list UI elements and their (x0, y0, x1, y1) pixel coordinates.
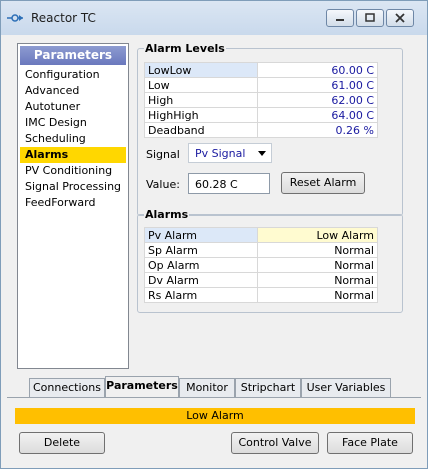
parameters-nav: Parameters Configuration Advanced Autotu… (17, 43, 129, 369)
table-row[interactable]: Sp Alarm Normal (144, 242, 378, 258)
tab-connections[interactable]: Connections (29, 378, 105, 397)
nav-header: Parameters (20, 46, 126, 65)
table-row[interactable]: Rs Alarm Normal (144, 287, 378, 303)
level-value[interactable]: 60.00 C (257, 62, 378, 78)
maximize-button[interactable] (356, 9, 384, 27)
level-value[interactable]: 61.00 C (257, 77, 378, 93)
level-label: High (144, 92, 258, 108)
alarm-label: Dv Alarm (144, 272, 258, 288)
level-label: Low (144, 77, 258, 93)
minimize-button[interactable] (326, 9, 354, 27)
client-area: Parameters Configuration Advanced Autotu… (7, 35, 421, 462)
reset-alarm-button[interactable]: Reset Alarm (281, 172, 365, 194)
maximize-icon (365, 13, 375, 22)
alarm-levels-table: LowLow 60.00 C Low 61.00 C High 62.00 C … (144, 62, 378, 138)
tab-divider (7, 397, 421, 398)
tab-user-variables[interactable]: User Variables (301, 378, 391, 397)
alarm-status: Normal (257, 272, 378, 288)
alarm-levels-title: Alarm Levels (144, 42, 226, 55)
alarm-label: Pv Alarm (144, 227, 258, 243)
face-plate-button[interactable]: Face Plate (327, 432, 413, 454)
alarm-status: Normal (257, 257, 378, 273)
alarms-group: Alarms Pv Alarm Low Alarm Sp Alarm Norma… (137, 208, 403, 313)
tab-parameters[interactable]: Parameters (105, 376, 179, 398)
table-row[interactable]: Op Alarm Normal (144, 257, 378, 273)
level-value[interactable]: 0.26 % (257, 122, 378, 138)
table-row[interactable]: High 62.00 C (144, 92, 378, 108)
table-row[interactable]: Low 61.00 C (144, 77, 378, 93)
nav-item-imc-design[interactable]: IMC Design (20, 115, 126, 131)
signal-select[interactable]: Pv Signal (188, 143, 272, 163)
signal-label: Signal (146, 148, 180, 161)
control-valve-button[interactable]: Control Valve (231, 432, 319, 454)
app-icon (7, 14, 23, 22)
value-field[interactable]: 60.28 C (188, 173, 270, 194)
status-bar: Low Alarm (15, 408, 415, 424)
level-value[interactable]: 62.00 C (257, 92, 378, 108)
minimize-icon (336, 19, 344, 21)
delete-button[interactable]: Delete (19, 432, 105, 454)
table-row[interactable]: Deadband 0.26 % (144, 122, 378, 138)
nav-item-signal-processing[interactable]: Signal Processing (20, 179, 126, 195)
level-label: Deadband (144, 122, 258, 138)
nav-item-autotuner[interactable]: Autotuner (20, 99, 126, 115)
close-button[interactable] (386, 9, 414, 27)
alarms-title: Alarms (144, 208, 190, 221)
main-window: Reactor TC Parameters Configuration Adva… (0, 0, 428, 469)
signal-selected-value: Pv Signal (195, 147, 246, 160)
alarm-status: Low Alarm (257, 227, 378, 243)
value-text: 60.28 C (195, 178, 238, 191)
nav-item-alarms[interactable]: Alarms (20, 147, 126, 163)
tab-stripchart[interactable]: Stripchart (235, 378, 301, 397)
level-value[interactable]: 64.00 C (257, 107, 378, 123)
nav-item-advanced[interactable]: Advanced (20, 83, 126, 99)
nav-item-pv-conditioning[interactable]: PV Conditioning (20, 163, 126, 179)
alarm-status: Normal (257, 287, 378, 303)
close-icon (395, 13, 405, 23)
nav-item-feedforward[interactable]: FeedForward (20, 195, 126, 211)
level-label: LowLow (144, 62, 258, 78)
level-label: HighHigh (144, 107, 258, 123)
chevron-down-icon (258, 151, 266, 156)
table-row[interactable]: Dv Alarm Normal (144, 272, 378, 288)
table-row[interactable]: Pv Alarm Low Alarm (144, 227, 378, 243)
title-bar: Reactor TC (1, 1, 427, 35)
table-row[interactable]: LowLow 60.00 C (144, 62, 378, 78)
alarm-levels-group: Alarm Levels LowLow 60.00 C Low 61.00 C … (137, 42, 403, 216)
alarms-table: Pv Alarm Low Alarm Sp Alarm Normal Op Al… (144, 227, 378, 303)
alarm-status: Normal (257, 242, 378, 258)
alarm-label: Rs Alarm (144, 287, 258, 303)
nav-item-scheduling[interactable]: Scheduling (20, 131, 126, 147)
alarm-label: Sp Alarm (144, 242, 258, 258)
alarm-label: Op Alarm (144, 257, 258, 273)
table-row[interactable]: HighHigh 64.00 C (144, 107, 378, 123)
value-label: Value: (146, 178, 180, 191)
nav-item-configuration[interactable]: Configuration (20, 67, 126, 83)
tab-monitor[interactable]: Monitor (179, 378, 235, 397)
window-title: Reactor TC (31, 11, 96, 25)
